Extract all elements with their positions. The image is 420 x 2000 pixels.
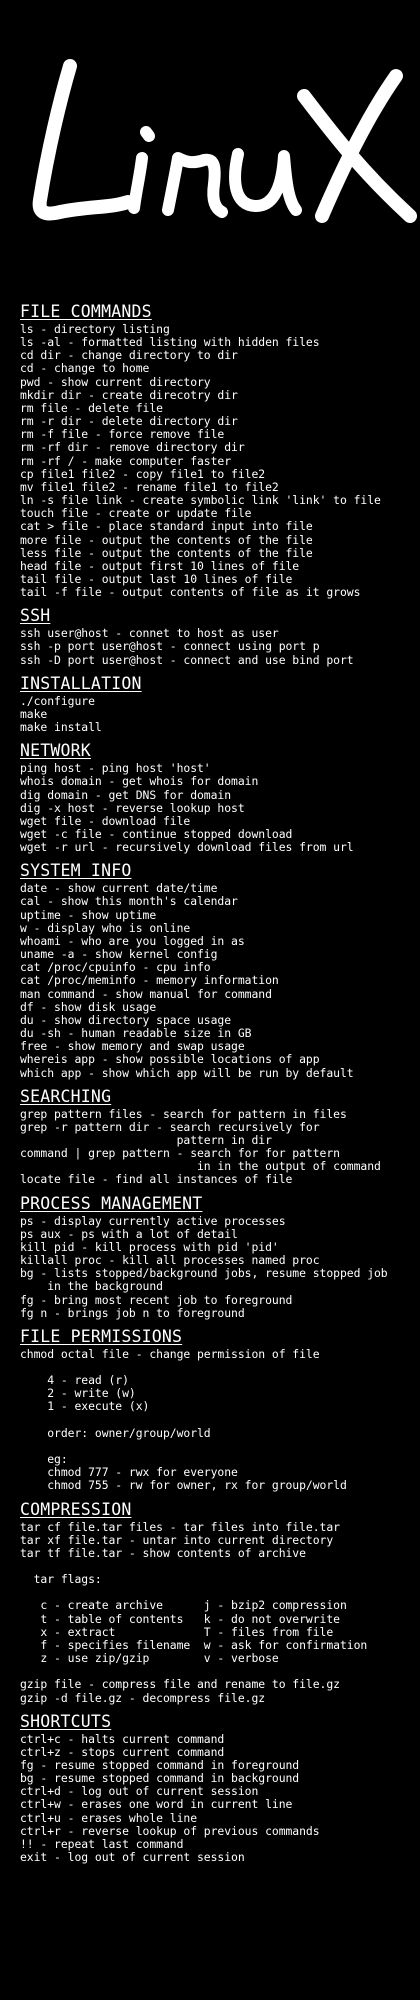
section-searching: SEARCHING grep pattern files - search for…: [20, 1087, 412, 1187]
section-heading: COMPRESSION: [20, 1499, 132, 1519]
command-line: dig domain - get DNS for domain: [20, 787, 232, 802]
command-line: ./configure: [20, 693, 95, 708]
command-line: tar xf file.tar - untar into current dir…: [20, 1532, 334, 1547]
command-line: whereis app - show possible locations of…: [20, 1052, 320, 1067]
command-line: cal - show this month's calendar: [20, 894, 238, 909]
command-line: man command - show manual for command: [20, 986, 272, 1001]
command-line: z - use zip/gzip v - verbose: [20, 1651, 279, 1666]
section-compression: COMPRESSION tar cf file.tar files - tar f…: [20, 1500, 412, 1705]
command-line: gzip -d file.gz - decompress file.gz: [20, 1690, 266, 1705]
section-heading: FILE COMMANDS: [20, 302, 152, 321]
command-line: ctrl+c - halts current command: [20, 1731, 225, 1746]
section-file-permissions: FILE PERMISSIONS chmod octal file - chang…: [20, 1327, 412, 1493]
command-line: pwd - show current directory: [20, 374, 211, 389]
command-line: mkdir dir - create direcotry dir: [20, 387, 238, 402]
command-line: ps - display currently active processes: [20, 1213, 286, 1228]
command-line: head file - output first 10 lines of fil…: [20, 558, 300, 573]
section-system-info: SYSTEM INFO date - show current date/time…: [20, 861, 412, 1079]
command-line: uptime - show uptime: [20, 907, 157, 922]
command-line: 1 - execute (x): [20, 1399, 150, 1414]
command-line: wget -r url - recursively download files…: [20, 840, 354, 855]
command-line: order: owner/group/world: [20, 1425, 211, 1440]
command-line: w - display who is online: [20, 920, 191, 935]
command-line: less file - output the contents of the f…: [20, 545, 313, 560]
command-line: c - create archive j - bzip2 compression: [20, 1598, 347, 1613]
section-heading: NETWORK: [20, 741, 91, 761]
command-line: cp file1 file2 - copy file1 to file2: [20, 466, 266, 481]
section-network: NETWORK ping host - ping host 'host' whois…: [20, 741, 412, 854]
command-line: ps aux - ps with a lot of detail: [20, 1226, 238, 1241]
command-line: exit - log out of current session: [20, 1850, 245, 1865]
command-line: dig -x host - reverse lookup host: [20, 800, 245, 815]
command-line: tar cf file.tar files - tar files into f…: [20, 1519, 340, 1534]
section-heading: SYSTEM INFO: [20, 861, 132, 881]
command-line: tail -f file - output contents of file a…: [20, 585, 361, 600]
command-line: ssh -D port user@host - connect and use …: [20, 652, 354, 667]
command-line: ctrl+u - erases whole line: [20, 1810, 198, 1825]
section-process-management: PROCESS MANAGEMENT ps - display currently…: [20, 1194, 412, 1320]
command-line: fg - bring most recent job to foreground: [20, 1292, 293, 1307]
command-line: make install: [20, 720, 102, 735]
section-heading: FILE PERMISSIONS: [20, 1326, 183, 1346]
section-installation: INSTALLATION ./configure make make install: [20, 674, 412, 734]
linux-logo: Linux: [32, 59, 417, 229]
command-line: chmod 755 - rw for owner, rx for group/w…: [20, 1478, 347, 1493]
command-line: rm -rf / - make computer faster: [20, 453, 232, 468]
section-heading: SSH: [20, 606, 51, 626]
command-line: ctrl+z - stops current command: [20, 1744, 225, 1759]
command-line: ctrl+w - erases one word in current line: [20, 1797, 293, 1812]
command-line: more file - output the contents of the f…: [20, 532, 313, 547]
command-line: cd - change to home: [20, 361, 150, 376]
command-line: grep -r pattern dir - search recursively…: [20, 1119, 320, 1134]
section-ssh: SSH ssh user@host - connet to host as use…: [20, 606, 412, 666]
section-file-commands: FILE COMMANDS ls - directory listing ls -a…: [20, 302, 412, 599]
section-heading: SHORTCUTS: [20, 1711, 112, 1731]
logo-text: Linux: [208, 227, 211, 229]
command-line: which app - show which app will be run b…: [20, 1065, 354, 1080]
command-line: whois domain - get whois for domain: [20, 774, 259, 789]
command-line: tar tf file.tar - show contents of archi…: [20, 1545, 306, 1560]
command-line: in the background: [20, 1279, 163, 1294]
command-line: rm -rf dir - remove directory dir: [20, 440, 245, 455]
command-line: t - table of contents k - do not overwri…: [20, 1611, 340, 1626]
command-line: gzip file - compress file and rename to …: [20, 1677, 340, 1692]
command-line: cat /proc/meminfo - memory information: [20, 973, 279, 988]
section-heading: INSTALLATION: [20, 673, 142, 693]
command-line: ssh -p port user@host - connect using po…: [20, 639, 320, 654]
cheatsheet-content: FILE COMMANDS ls - directory listing ls -a…: [20, 302, 412, 1871]
command-line: tar flags:: [20, 1572, 102, 1587]
command-line: fg n - brings job n to foreground: [20, 1305, 245, 1320]
command-line: locate file - find all instances of file: [20, 1172, 293, 1187]
section-shortcuts: SHORTCUTS ctrl+c - halts current command c…: [20, 1712, 412, 1865]
command-line: grep pattern files - search for pattern …: [20, 1106, 347, 1121]
command-line: chmod octal file - change permission of …: [20, 1346, 320, 1361]
section-heading: PROCESS MANAGEMENT: [20, 1193, 203, 1213]
command-line: ctrl+r - reverse lookup of previous comm…: [20, 1823, 320, 1838]
command-line: df - show disk usage: [20, 999, 157, 1014]
section-heading: SEARCHING: [20, 1086, 112, 1106]
command-line: x - extract T - files from file: [20, 1624, 334, 1639]
command-line: cat > file - place standard input into f…: [20, 519, 313, 534]
